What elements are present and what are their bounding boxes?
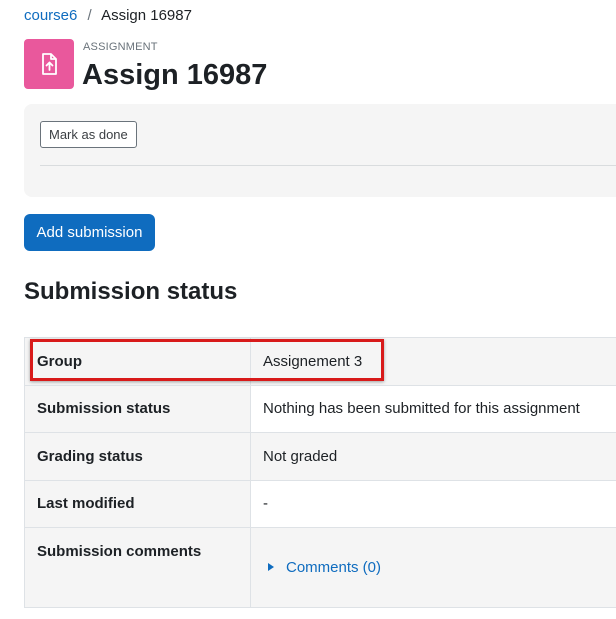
mark-as-done-button[interactable]: Mark as done bbox=[40, 121, 137, 148]
row-label-group: Group bbox=[24, 337, 251, 386]
comments-toggle-link[interactable]: Comments (0) bbox=[263, 559, 381, 576]
breadcrumb-separator: / bbox=[87, 7, 92, 24]
activity-type-label: ASSIGNMENT bbox=[83, 41, 158, 53]
comments-link-label: Comments (0) bbox=[286, 558, 382, 576]
row-label-last-modified: Last modified bbox=[24, 479, 251, 528]
assignment-page: course6 / Assign 16987 ASSIGNMENT Assign… bbox=[0, 0, 616, 619]
table-row-grading-status: Grading status Not graded bbox=[24, 432, 616, 481]
breadcrumb: course6 / Assign 16987 bbox=[24, 7, 192, 25]
row-value-submission-comments: Comments (0) bbox=[250, 527, 616, 608]
breadcrumb-current: Assign 16987 bbox=[101, 7, 192, 24]
row-value-last-modified: - bbox=[250, 479, 616, 528]
completion-panel: Mark as done bbox=[24, 104, 616, 197]
caret-right-icon bbox=[268, 563, 274, 571]
row-value-submission-status: Nothing has been submitted for this assi… bbox=[250, 384, 616, 433]
add-submission-button[interactable]: Add submission bbox=[24, 214, 155, 251]
breadcrumb-course-link[interactable]: course6 bbox=[24, 7, 77, 24]
row-value-group: Assignement 3 bbox=[250, 337, 616, 386]
row-label-submission-status: Submission status bbox=[24, 384, 251, 433]
submission-status-table: Group Assignement 3 Submission status No… bbox=[24, 337, 616, 608]
row-label-grading-status: Grading status bbox=[24, 432, 251, 481]
row-label-submission-comments: Submission comments bbox=[24, 527, 251, 608]
assignment-file-upload-icon bbox=[24, 39, 74, 89]
table-row-submission-comments: Submission comments Comments (0) bbox=[24, 527, 616, 608]
table-row-submission-status: Submission status Nothing has been submi… bbox=[24, 384, 616, 433]
table-row-group: Group Assignement 3 bbox=[24, 337, 616, 386]
completion-divider bbox=[40, 165, 616, 166]
submission-status-heading: Submission status bbox=[24, 278, 238, 305]
row-value-grading-status: Not graded bbox=[250, 432, 616, 481]
table-row-last-modified: Last modified - bbox=[24, 479, 616, 528]
page-title: Assign 16987 bbox=[82, 59, 268, 91]
